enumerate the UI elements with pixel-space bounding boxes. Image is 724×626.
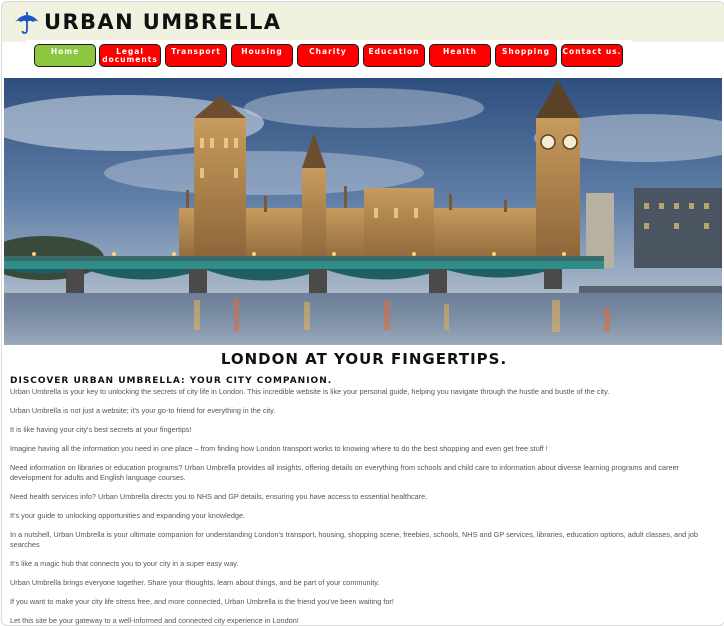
paragraph: It's like a magic hub that connects you … — [10, 559, 239, 568]
paragraph: Urban Umbrella is not just a website; it… — [10, 406, 276, 415]
nav-education[interactable]: Education — [363, 44, 425, 67]
nav-home[interactable]: Home — [34, 44, 96, 67]
paragraph: Imagine having all the information you n… — [10, 444, 548, 453]
nav-shopping[interactable]: Shopping — [495, 44, 557, 67]
intro-paragraphs: Urban Umbrella is your key to unlocking … — [10, 387, 718, 625]
paragraph: In a nutshell, Urban Umbrella is your ul… — [10, 530, 698, 549]
brand[interactable]: URBAN UMBRELLA — [14, 10, 281, 34]
paragraph: It's your guide to unlocking opportuniti… — [10, 511, 246, 520]
main-nav: Home Legal documents Transport Housing C… — [26, 40, 632, 76]
nav-legal-documents[interactable]: Legal documents — [99, 44, 161, 67]
main-content: LONDON AT YOUR FINGERTIPS. DISCOVER URBA… — [10, 347, 718, 625]
umbrella-icon — [14, 10, 40, 34]
nav-contact-us[interactable]: Contact us. — [561, 44, 623, 67]
paragraph: Urban Umbrella brings everyone together.… — [10, 578, 380, 587]
nav-health[interactable]: Health — [429, 44, 491, 67]
page: URBAN UMBRELLA Home Legal documents Tran… — [1, 1, 724, 626]
page-heading: LONDON AT YOUR FINGERTIPS. — [220, 350, 508, 368]
paragraph: It is like having your city's best secre… — [10, 425, 192, 434]
site-title: URBAN UMBRELLA — [44, 10, 282, 34]
hero-image — [4, 78, 722, 345]
paragraph: If you want to make your city life stres… — [10, 597, 394, 606]
paragraph: Urban Umbrella is your key to unlocking … — [10, 387, 610, 396]
nav-housing[interactable]: Housing — [231, 44, 293, 67]
site-header: URBAN UMBRELLA — [2, 2, 724, 42]
paragraph: Need health services info? Urban Umbrell… — [10, 492, 428, 501]
paragraph: Need information on libraries or educati… — [10, 463, 680, 482]
nav-charity[interactable]: Charity — [297, 44, 359, 67]
section-subheading: DISCOVER URBAN UMBRELLA: YOUR CITY COMPA… — [10, 376, 333, 386]
nav-transport[interactable]: Transport — [165, 44, 227, 67]
